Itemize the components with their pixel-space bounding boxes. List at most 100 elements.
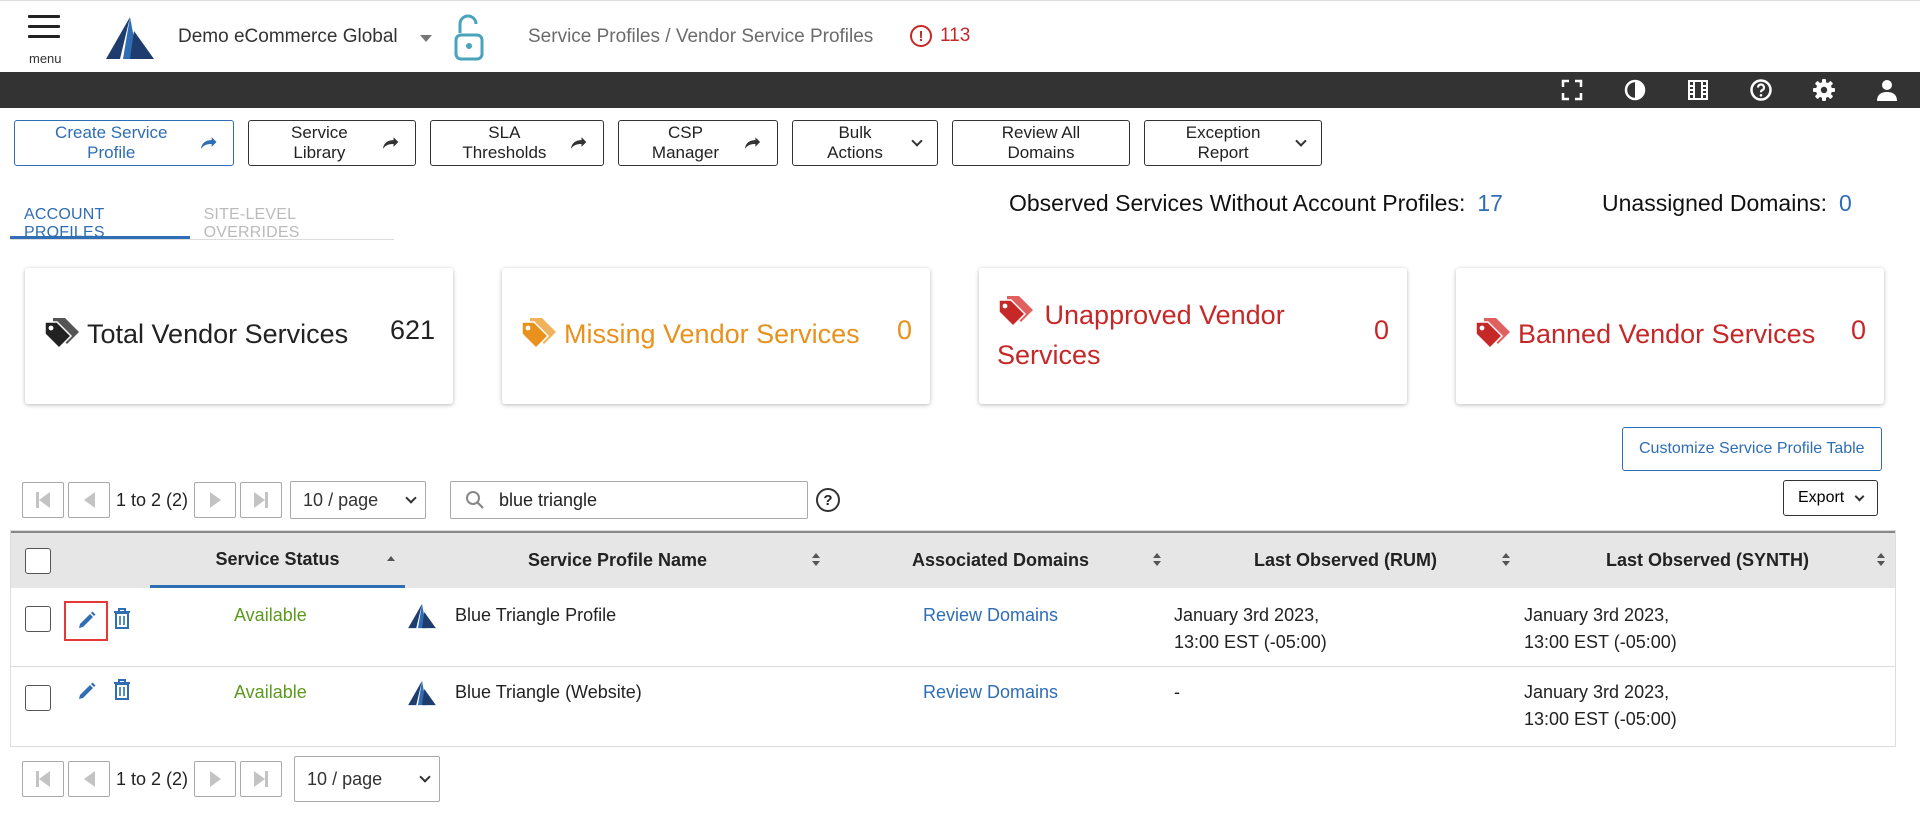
first-page-arrow	[39, 492, 50, 508]
service-status: Available	[234, 682, 307, 702]
breadcrumb: Service Profiles / Vendor Service Profil…	[528, 26, 874, 47]
select-all-checkbox[interactable]	[25, 548, 51, 574]
prev-page-button[interactable]	[68, 761, 110, 797]
next-page-button[interactable]	[194, 761, 237, 797]
contrast-icon[interactable]	[1623, 78, 1647, 102]
logo[interactable]	[104, 15, 156, 61]
menu-icon-bar	[28, 35, 60, 38]
tags-icon	[44, 318, 79, 350]
service-status: Available	[234, 605, 307, 625]
tags-icon	[1475, 318, 1510, 350]
pagination-top: 1 to 2 (2) 10 / page	[22, 481, 427, 519]
last-page-button[interactable]	[240, 482, 283, 518]
edit-pencil-icon[interactable]	[77, 610, 97, 630]
settings-icon[interactable]	[1812, 78, 1836, 102]
service-profile-name: Blue Triangle (Website)	[455, 682, 642, 702]
exception-report-label: Exception Report	[1185, 123, 1261, 162]
column-service-status[interactable]: Service Status	[150, 533, 405, 588]
exception-report-button[interactable]: Exception Report	[1144, 120, 1322, 166]
chevron-down-icon[interactable]	[420, 35, 432, 42]
csp-manager-button[interactable]: CSP Manager	[618, 120, 778, 166]
tags-icon	[998, 296, 1033, 328]
next-page-icon	[209, 492, 221, 508]
review-all-domains-button[interactable]: Review All Domains	[952, 120, 1130, 166]
page-size-select[interactable]: 10 / page	[290, 481, 427, 519]
unlocked-icon[interactable]	[452, 13, 486, 63]
unassigned-domains-count[interactable]: 0	[1839, 190, 1852, 216]
column-last-observed-synth[interactable]: Last Observed (SYNTH)	[1520, 533, 1895, 588]
trash-icon[interactable]	[112, 678, 132, 700]
trash-icon[interactable]	[112, 607, 132, 629]
table-header: Service Status Service Profile Name Asso…	[11, 531, 1895, 588]
prev-page-button[interactable]	[68, 482, 110, 518]
profile-tabs: ACCOUNT PROFILES SITE-LEVEL OVERRIDES	[10, 196, 394, 241]
sort-icon	[1153, 553, 1161, 567]
next-page-button[interactable]	[194, 482, 237, 518]
review-domains-link[interactable]: Review Domains	[923, 679, 1058, 706]
service-library-button[interactable]: Service Library	[248, 120, 416, 166]
pagination-bottom: 1 to 2 (2) 10 / page	[22, 756, 441, 802]
column-service-profile-name-label: Service Profile Name	[527, 550, 708, 570]
tags-icon	[521, 318, 556, 350]
table-row[interactable]: Available Blue Triangle Profile Review D…	[11, 588, 1895, 667]
tab-account-profiles[interactable]: ACCOUNT PROFILES	[10, 196, 190, 241]
total-vendor-services-card[interactable]: Total Vendor Services 621	[25, 268, 453, 404]
alert-count: 113	[940, 25, 971, 46]
column-service-status-label: Service Status	[215, 548, 340, 569]
sort-icon	[812, 553, 820, 567]
row-checkbox[interactable]	[25, 685, 51, 711]
sort-ascending-icon	[387, 556, 395, 570]
banned-vendor-services-count: 0	[1850, 315, 1866, 345]
search-box	[450, 481, 808, 519]
service-profile-table: Service Status Service Profile Name Asso…	[10, 530, 1896, 747]
export-button[interactable]: Export	[1783, 480, 1879, 516]
last-page-bar	[265, 771, 269, 787]
search-help-icon[interactable]: ?	[816, 488, 840, 512]
service-profile-name: Blue Triangle Profile	[455, 605, 617, 625]
first-page-arrow	[39, 771, 50, 787]
menu-icon	[28, 15, 60, 18]
review-domains-link[interactable]: Review Domains	[923, 602, 1058, 629]
page-range: 1 to 2 (2)	[116, 768, 189, 789]
row-checkbox[interactable]	[25, 606, 51, 632]
menu-button[interactable]: menu	[28, 15, 64, 66]
first-page-button[interactable]	[22, 482, 64, 518]
table-row[interactable]: Available Blue Triangle (Website) Review…	[11, 667, 1895, 746]
alert-indicator[interactable]: ! 113	[910, 25, 970, 47]
column-last-observed-synth-label: Last Observed (SYNTH)	[1605, 550, 1810, 570]
missing-vendor-services-card[interactable]: Missing Vendor Services 0	[502, 268, 930, 404]
film-icon[interactable]	[1686, 78, 1710, 102]
column-associated-domains[interactable]: Associated Domains	[830, 533, 1171, 588]
last-page-icon	[254, 492, 266, 508]
last-page-button[interactable]	[240, 761, 283, 797]
customize-table-button[interactable]: Customize Service Profile Table	[1622, 427, 1882, 471]
last-observed-synth-date: January 3rd 2023,	[1524, 605, 1670, 625]
chevron-down-icon	[419, 771, 431, 783]
create-service-profile-button[interactable]: Create Service Profile	[14, 120, 234, 166]
sla-thresholds-button[interactable]: SLA Thresholds	[430, 120, 604, 166]
prev-page-icon	[83, 771, 95, 787]
search-input[interactable]	[499, 489, 779, 511]
observed-services-count[interactable]: 17	[1477, 190, 1503, 216]
page-size-select[interactable]: 10 / page	[294, 756, 441, 802]
account-name[interactable]: Demo eCommerce Global	[178, 26, 398, 48]
last-observed-rum-date: -	[1174, 682, 1180, 702]
page-size-value: 10 / page	[307, 768, 383, 789]
sort-icon	[1502, 553, 1510, 567]
unapproved-vendor-services-card[interactable]: Unapproved Vendor Services 0	[979, 268, 1407, 404]
tab-site-level-overrides[interactable]: SITE-LEVEL OVERRIDES	[190, 196, 394, 241]
help-icon[interactable]	[1749, 78, 1773, 102]
column-associated-domains-label: Associated Domains	[911, 550, 1090, 570]
edit-pencil-icon[interactable]	[77, 681, 97, 701]
bulk-actions-button[interactable]: Bulk Actions	[792, 120, 938, 166]
sort-icon	[1877, 553, 1885, 567]
share-arrow-icon	[744, 137, 761, 149]
fullscreen-icon[interactable]	[1560, 78, 1584, 102]
column-service-profile-name[interactable]: Service Profile Name	[405, 533, 830, 588]
search-icon	[466, 491, 484, 509]
column-last-observed-rum[interactable]: Last Observed (RUM)	[1171, 533, 1520, 588]
unapproved-vendor-services-count: 0	[1373, 315, 1389, 345]
first-page-button[interactable]	[22, 761, 64, 797]
user-icon[interactable]	[1875, 78, 1899, 102]
banned-vendor-services-card[interactable]: Banned Vendor Services 0	[1456, 268, 1884, 404]
